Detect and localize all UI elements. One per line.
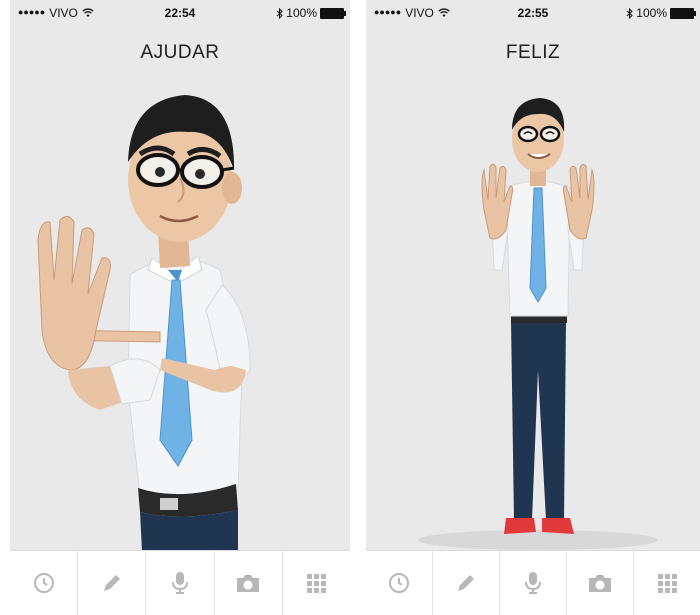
- status-right: 100%: [626, 6, 696, 20]
- battery-percent: 100%: [286, 6, 317, 20]
- bottom-tab-bar: [366, 550, 700, 615]
- battery-icon: [670, 7, 696, 19]
- tab-voice[interactable]: [500, 551, 567, 615]
- tab-history[interactable]: [366, 551, 433, 615]
- bottom-tab-bar: [10, 550, 350, 615]
- grid-icon: [307, 574, 327, 593]
- avatar-stage: [366, 70, 700, 551]
- sign-word-title: FELIZ: [505, 42, 561, 63]
- tab-camera[interactable]: [215, 551, 283, 615]
- pencil-icon: [458, 575, 474, 591]
- pencil-icon: [103, 575, 120, 591]
- avatar-signing-feliz: [418, 98, 658, 550]
- tab-voice[interactable]: [146, 551, 215, 615]
- camera-icon: [237, 575, 260, 592]
- microphone-icon: [525, 572, 541, 594]
- tab-menu[interactable]: [634, 551, 700, 615]
- battery-icon: [320, 7, 346, 19]
- status-right: 100%: [276, 6, 346, 20]
- sign-word-title: AJUDAR: [140, 42, 220, 63]
- tab-write[interactable]: [78, 551, 147, 615]
- avatar-stage: [10, 70, 350, 551]
- tab-camera[interactable]: [567, 551, 634, 615]
- status-bar: ●●●●● VIVO 22:54 100%: [10, 0, 350, 22]
- phone-screen-feliz: ●●●●● VIVO 22:55 100% FELIZ: [366, 0, 700, 615]
- avatar-signing-ajudar: [37, 95, 251, 551]
- microphone-icon: [172, 572, 188, 594]
- grid-icon: [658, 574, 677, 593]
- bluetooth-icon: [276, 7, 284, 19]
- camera-icon: [589, 575, 611, 592]
- tab-history[interactable]: [10, 551, 79, 615]
- history-icon: [389, 573, 409, 593]
- bluetooth-icon: [626, 7, 634, 19]
- status-bar: ●●●●● VIVO 22:55 100%: [366, 0, 700, 22]
- tab-menu[interactable]: [283, 551, 350, 615]
- battery-percent: 100%: [636, 6, 667, 20]
- history-icon: [33, 573, 54, 593]
- tab-write[interactable]: [433, 551, 500, 615]
- phone-screen-ajudar: ●●●●● VIVO 22:54 100% AJUDAR: [10, 0, 350, 615]
